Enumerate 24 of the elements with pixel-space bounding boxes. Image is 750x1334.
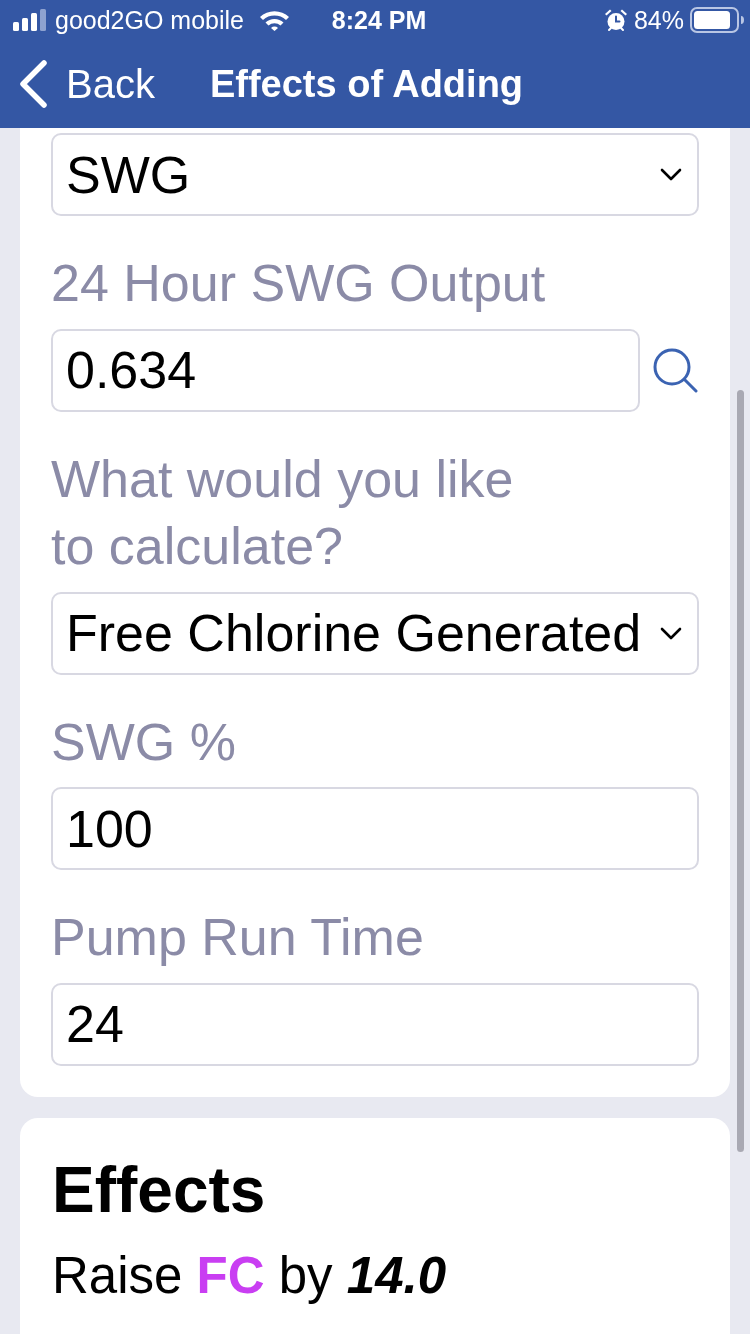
- input-field[interactable]: 100: [51, 787, 699, 871]
- chevron-down-icon: [660, 626, 682, 640]
- alarm-clock-icon: [603, 8, 628, 32]
- field-label: Pump Run Time: [51, 907, 425, 969]
- wifi-icon: [259, 9, 290, 31]
- battery-percent: 84%: [633, 5, 684, 35]
- field-label: 24 Hour SWG Output: [51, 253, 547, 314]
- battery-icon: [690, 7, 745, 33]
- back-button[interactable]: Back: [18, 60, 155, 108]
- signal-icon: [13, 9, 48, 31]
- dropdown-select[interactable]: SWG: [51, 133, 699, 216]
- chevron-left-icon: [18, 60, 48, 108]
- input-field[interactable]: 24: [51, 982, 699, 1066]
- field-label: SWG %: [51, 711, 237, 773]
- effect-text: Raise FC by 14.0: [52, 1245, 448, 1306]
- input-field[interactable]: 0.634: [51, 328, 640, 412]
- chevron-down-icon: [660, 168, 682, 181]
- status-time: 8:24 PM: [331, 5, 427, 35]
- section-title: Effects: [52, 1152, 267, 1228]
- field-label: What would you like to calculate?: [51, 448, 515, 578]
- search-icon[interactable]: [652, 347, 698, 394]
- carrier-name: good2GO mobile: [55, 5, 244, 35]
- dropdown-select[interactable]: Free Chlorine Generated: [51, 591, 699, 675]
- screen-title: Effects of Adding: [209, 62, 524, 107]
